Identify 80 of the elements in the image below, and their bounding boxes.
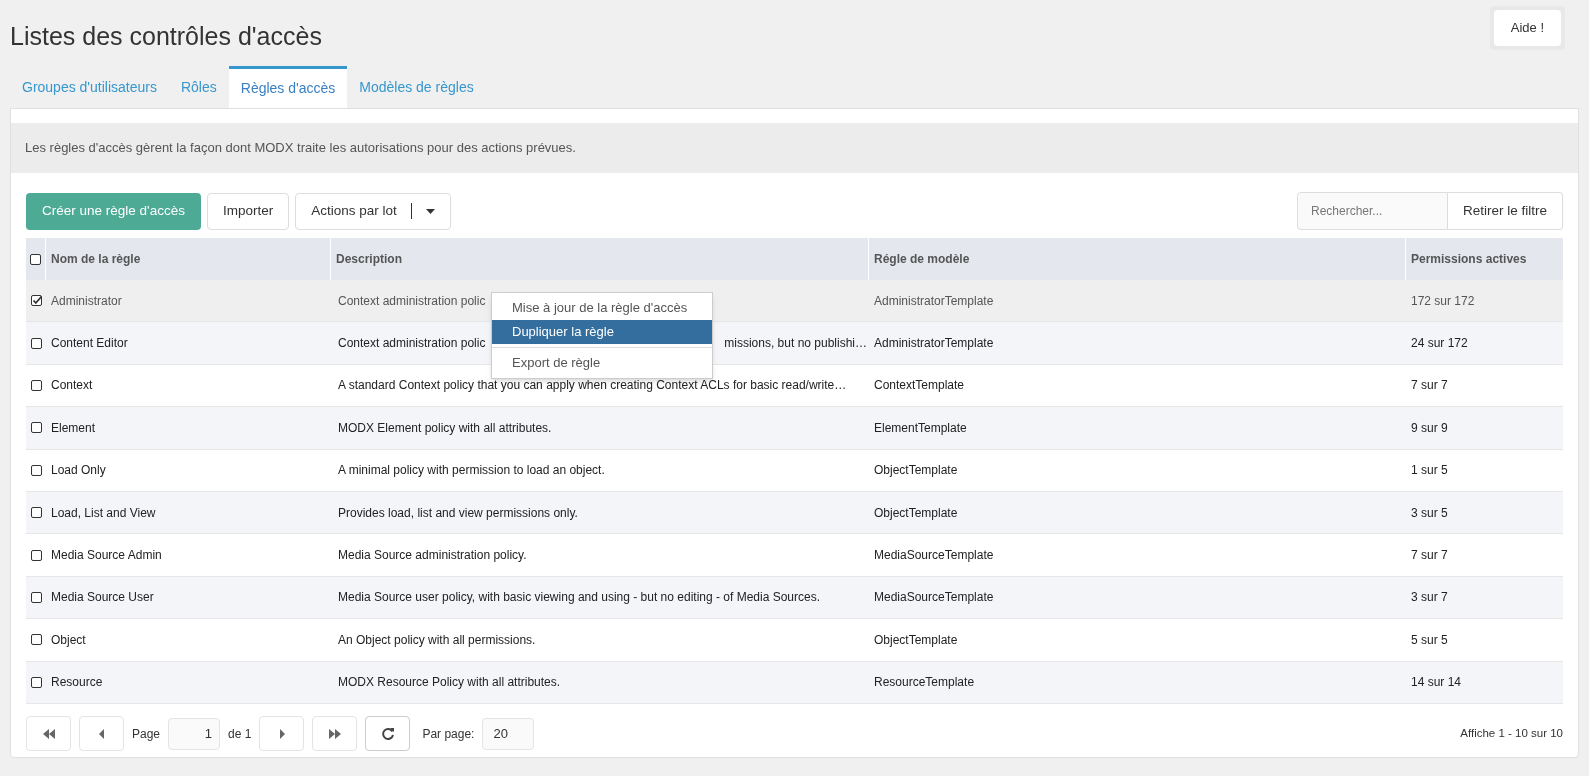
table-cell-text: Context administration polic [338, 335, 486, 353]
first-page-icon [41, 727, 56, 740]
import-button[interactable]: Importer [206, 192, 290, 230]
table-row[interactable]: Media Source User Media Source user policy, with basic viewing and using - but no editing - of Media Sources. MediaSourceTemplate 3 sur 7 [26, 576, 1563, 620]
table-cell-text: Media Source user policy, with basic viewing and using - but no editing - of Media Sources. [338, 589, 821, 607]
page-field[interactable]: 1 [168, 717, 221, 750]
checkbox[interactable] [30, 507, 42, 519]
menu-item[interactable]: Dupliquer la règle [492, 320, 712, 344]
bulk-actions-button[interactable]: Actions par lot [295, 192, 451, 230]
refresh-icon [380, 726, 395, 741]
table-cell-text: Context [50, 377, 94, 395]
table-cell-text: Media Source administration policy. [338, 547, 527, 565]
checkbox[interactable] [30, 295, 42, 307]
table-cell-text: AdministratorTemplate [873, 335, 995, 353]
table-cell-text: An Object policy with all permissions. [338, 631, 536, 649]
clear-filter-button[interactable]: Retirer le filtre [1447, 192, 1563, 230]
table-row[interactable]: Resource MODX Resource Policy with all attributes. ResourceTemplate 14 sur 14 [26, 661, 1563, 704]
page-title: Listes des contrôles d'accès [10, 21, 322, 52]
table-cell-text: 3 sur 5 [1410, 504, 1449, 522]
per-page-field[interactable]: 20 [482, 717, 535, 750]
table-cell-text: 1 sur 5 [1410, 462, 1449, 480]
checkbox[interactable] [30, 634, 42, 646]
table-cell-text: Element [50, 419, 97, 437]
table-cell-text: MediaSourceTemplate [873, 589, 995, 607]
table-cell-text: Load, List and View [50, 504, 157, 522]
table-cell-text: AdministratorTemplate [873, 292, 995, 310]
checkbox[interactable] [30, 253, 41, 265]
table-cell-text: ObjectTemplate [873, 504, 959, 522]
column-header[interactable]: Permissions actives [1406, 238, 1563, 280]
page-summary: Affiche 1 - 10 sur 10 [1460, 726, 1563, 742]
table-cell-text: ElementTemplate [873, 419, 968, 437]
table-cell-text: ObjectTemplate [873, 462, 959, 480]
table-cell-text: ObjectTemplate [873, 631, 959, 649]
refresh-button[interactable] [365, 716, 411, 752]
checkbox[interactable] [30, 337, 42, 349]
table-cell-text: 3 sur 7 [1410, 589, 1449, 607]
table-cell-text: 14 sur 14 [1410, 674, 1463, 692]
table-cell-text: MODX Resource Policy with all attributes. [338, 674, 561, 692]
table-cell-text: 9 sur 9 [1410, 419, 1449, 437]
per-page-label: Par page: [422, 725, 475, 743]
search-field[interactable]: Rechercher... [1296, 192, 1448, 230]
last-page-button[interactable] [312, 716, 358, 752]
page-count: de 1 [228, 725, 252, 743]
table-cell-text: Content Editor [50, 335, 129, 353]
first-page-button[interactable] [26, 716, 71, 752]
menu-item[interactable]: Mise à jour de la règle d'accès [492, 296, 712, 320]
table-cell-text: Provides load, list and view permissions only. [338, 504, 578, 522]
table-cell-text: 5 sur 5 [1410, 631, 1449, 649]
table-cell-text: ContextTemplate [873, 377, 966, 395]
table-cell-text: Media Source User [50, 589, 155, 607]
intro-text: Les règles d'accès gèrent la façon dont MODX traite les autorisations pour des actions prévues. [25, 139, 576, 158]
caret-icon [425, 208, 435, 214]
help-button[interactable]: Aide ! [1493, 10, 1561, 46]
table-cell-text: Administrator [50, 292, 123, 310]
table-cell-text: Context administration polic [338, 292, 486, 310]
page-label: Page [132, 725, 161, 743]
table-cell-text: A standard Context policy that you can apply when creating Context ACLs for basic read/write… [338, 377, 847, 395]
table-cell-text: 7 sur 7 [1410, 547, 1449, 565]
checkbox[interactable] [30, 422, 42, 434]
table-cell-text: 24 sur 172 [1410, 335, 1469, 353]
table-cell-text: A minimal policy with permission to load an object. [338, 462, 605, 480]
table-cell-text: Object [50, 631, 87, 649]
checkbox[interactable] [30, 591, 42, 603]
tab[interactable]: Règles d'accès [228, 66, 348, 108]
table-cell-text: 7 sur 7 [1410, 377, 1449, 395]
last-page-icon [327, 727, 342, 740]
table-cell-text: Media Source Admin [50, 547, 163, 565]
table-cell-text: MediaSourceTemplate [873, 547, 995, 565]
table-cell-text: Resource [50, 674, 104, 692]
table-cell-text: 172 sur 172 [1410, 292, 1476, 310]
table-cell-text: ResourceTemplate [873, 674, 976, 692]
checkbox[interactable] [30, 549, 42, 561]
table-row[interactable]: Load, List and View Provides load, list and view permissions only. ObjectTemplate 3 sur 5 [26, 491, 1563, 535]
table-cell-text: MODX Element policy with all attributes. [338, 419, 552, 437]
checkbox[interactable] [30, 676, 42, 688]
checkbox[interactable] [30, 379, 42, 391]
checkbox[interactable] [30, 464, 42, 476]
table-row[interactable]: Element MODX Element policy with all attributes. ElementTemplate 9 sur 9 [26, 407, 1563, 450]
table-cell-text: Load Only [50, 462, 107, 480]
table-cell-text: missions, but no publishi… [724, 335, 867, 353]
